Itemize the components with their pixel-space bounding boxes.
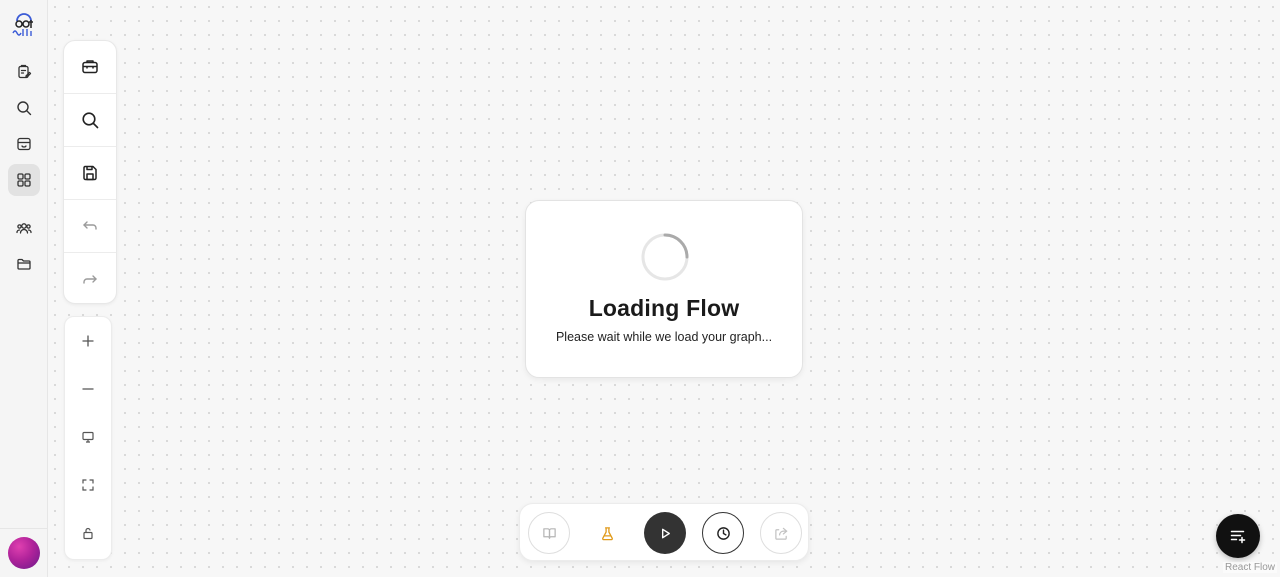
undo-button[interactable] — [64, 200, 116, 253]
undo-icon — [83, 221, 97, 230]
monitor-icon — [82, 431, 94, 443]
rail-item-search[interactable] — [8, 92, 40, 124]
play-icon — [661, 528, 670, 538]
fullscreen-button[interactable] — [65, 461, 111, 509]
components-button[interactable] — [64, 41, 116, 94]
zoom-out-button[interactable] — [65, 365, 111, 413]
lock-button[interactable] — [65, 509, 111, 557]
zoom-in-button[interactable] — [65, 317, 111, 365]
rail-item-apps[interactable] — [8, 164, 40, 196]
app-logo[interactable] — [9, 9, 39, 39]
history-button[interactable] — [702, 512, 744, 554]
unlock-icon — [83, 527, 93, 540]
docs-button[interactable] — [528, 512, 570, 554]
rail-item-flows[interactable] — [8, 56, 40, 88]
redo-icon — [83, 274, 97, 284]
loading-subtitle: Please wait while we load your graph... — [555, 330, 773, 344]
minus-icon — [82, 388, 94, 390]
rail-item-store[interactable] — [8, 128, 40, 160]
redo-button[interactable] — [64, 253, 116, 306]
flow-action-bar — [519, 503, 809, 561]
search-button[interactable] — [64, 94, 116, 147]
rail-item-files[interactable] — [8, 248, 40, 280]
book-icon — [542, 527, 556, 539]
user-avatar[interactable] — [8, 537, 40, 569]
plus-icon — [82, 335, 94, 347]
save-button[interactable] — [64, 147, 116, 200]
briefcase-icon — [82, 60, 98, 74]
grid-icon — [17, 173, 31, 187]
share-button[interactable] — [760, 512, 802, 554]
left-nav-rail — [0, 0, 48, 577]
run-button[interactable] — [644, 512, 686, 554]
folder-icon — [17, 258, 31, 270]
search-icon — [82, 112, 99, 129]
clock-icon — [716, 526, 730, 540]
rail-divider — [0, 528, 48, 529]
save-icon — [83, 165, 97, 181]
rail-item-team[interactable] — [8, 212, 40, 244]
loading-dialog: Loading Flow Please wait while we load y… — [525, 200, 803, 378]
react-flow-attribution[interactable]: React Flow — [1222, 562, 1277, 573]
zoom-controls — [64, 316, 112, 560]
clipboard-edit-icon — [18, 64, 32, 79]
share-icon — [774, 527, 787, 540]
list-sparkle-icon — [1230, 530, 1246, 544]
search-icon — [17, 101, 32, 116]
flask-icon — [601, 526, 613, 540]
test-button[interactable] — [586, 512, 628, 554]
store-icon — [17, 137, 31, 151]
playground-button[interactable] — [1216, 514, 1260, 558]
users-icon — [16, 223, 32, 234]
fit-view-button[interactable] — [65, 413, 111, 461]
fullscreen-icon — [82, 479, 94, 491]
loading-title: Loading Flow — [588, 295, 740, 321]
loading-spinner-icon — [641, 233, 689, 281]
canvas-tools-panel — [63, 40, 117, 304]
